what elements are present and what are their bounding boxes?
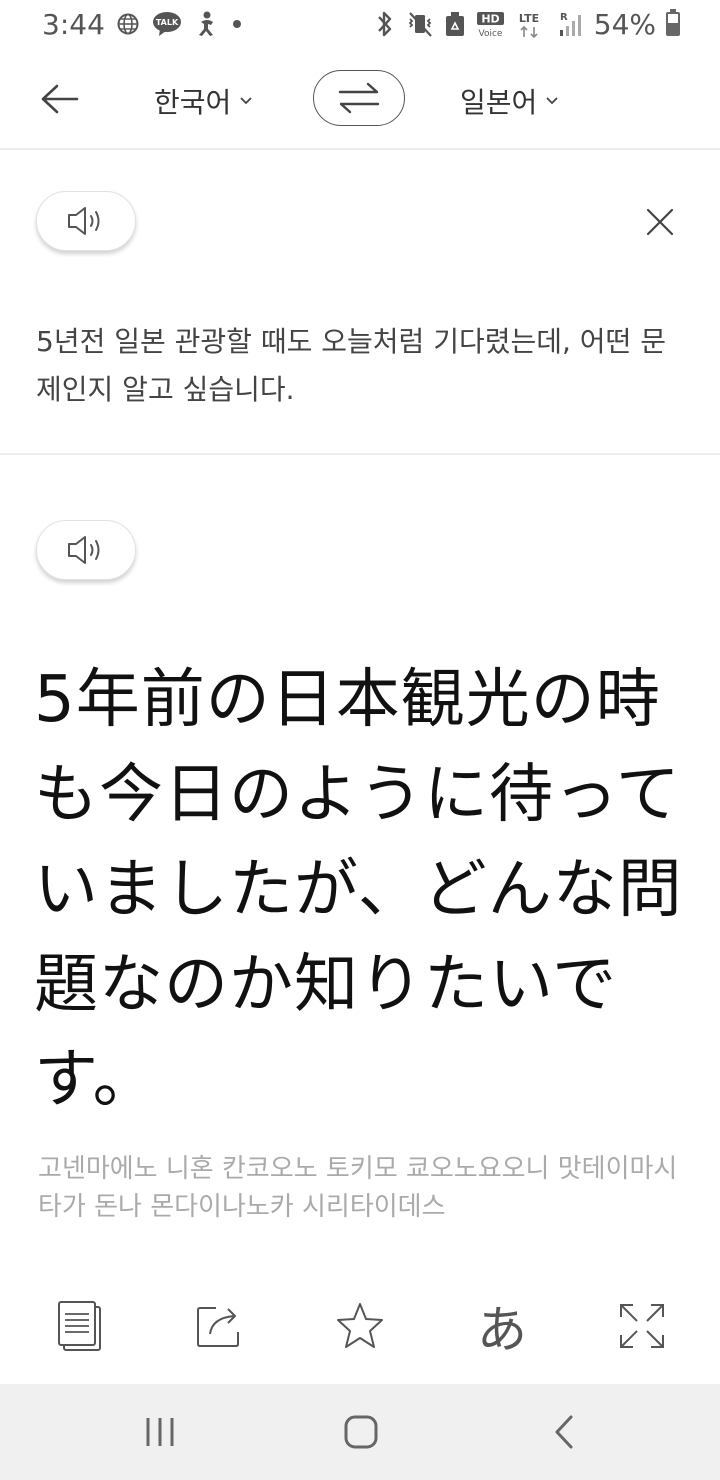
- pronunciation-text: 고넨마에노 니혼 칸코오노 토키모 쿄오노요오니 맛테이마시타가 돈나 몬다이나…: [38, 1154, 678, 1222]
- share-button[interactable]: [188, 1294, 252, 1358]
- battery-level: [668, 23, 678, 34]
- speaker-icon: [68, 207, 100, 235]
- home-icon: [344, 1415, 378, 1449]
- status-left-icons: TALK: [116, 10, 244, 38]
- bluetooth-icon: [377, 11, 391, 37]
- source-speaker-button[interactable]: [36, 191, 136, 251]
- globe-icon: [117, 13, 139, 35]
- target-language-dropdown[interactable]: 일본어: [460, 78, 559, 124]
- share-icon: [197, 1307, 239, 1347]
- recycle-icon: [445, 12, 464, 36]
- talk-icon: TALK: [153, 12, 181, 36]
- star-icon: [337, 1303, 383, 1348]
- status-bar: 3:44 TALK HD Voice LTE R 54%: [0, 0, 720, 50]
- target-language-label: 일본어: [460, 86, 538, 119]
- status-time: 3:44: [42, 8, 105, 41]
- roaming-label: R: [560, 12, 568, 23]
- fullscreen-button[interactable]: [610, 1294, 674, 1358]
- battery-icon: [666, 9, 680, 36]
- swap-languages-button[interactable]: [313, 70, 405, 126]
- voice-label: Voice: [478, 29, 502, 38]
- source-text[interactable]: 5년전 일본 관광할 때도 오늘처럼 기다렸는데, 어떤 문제인지 알고 싶습니…: [36, 318, 686, 414]
- lte-icon: LTE: [519, 12, 539, 38]
- battery-percent: 54%: [593, 7, 656, 41]
- translation-text: 5年前の日本観光の時も今日のように待っていましたが、どんな問題なのか知りたいです…: [34, 663, 683, 1117]
- status-right-icons: HD Voice LTE R 54%: [374, 7, 680, 41]
- source-language-label: 한국어: [154, 86, 232, 119]
- result-speaker-button[interactable]: [36, 520, 136, 580]
- copy-button[interactable]: [48, 1294, 112, 1358]
- chevron-down-icon: [240, 97, 252, 105]
- lte-label: LTE: [519, 12, 539, 25]
- arrow-left-icon: [41, 84, 79, 114]
- clear-button[interactable]: [640, 202, 680, 242]
- talk-label: TALK: [156, 18, 179, 27]
- vibrate-icon: [408, 12, 432, 37]
- close-icon: [646, 208, 674, 236]
- copy-icon: [58, 1301, 101, 1351]
- hd-voice-icon: HD Voice: [476, 12, 504, 38]
- result-panel: 5年前の日本観光の時も今日のように待っていましたが、どんな問題なのか知りたいです…: [0, 455, 720, 1285]
- expand-icon: [620, 1304, 664, 1348]
- hd-label: HD: [481, 13, 499, 26]
- favorite-button[interactable]: [328, 1294, 392, 1358]
- speaker-icon: [68, 536, 100, 564]
- system-back-button[interactable]: [534, 1404, 594, 1460]
- kana-button[interactable]: あ: [470, 1294, 534, 1359]
- back-icon: [555, 1415, 573, 1449]
- kana-icon: あ: [477, 1301, 527, 1359]
- signal-icon: R: [559, 12, 581, 36]
- source-language-dropdown[interactable]: 한국어: [154, 78, 253, 124]
- chevron-down-icon: [546, 97, 558, 105]
- home-button[interactable]: [331, 1404, 391, 1460]
- toolbar: 한국어 일본어: [0, 50, 720, 150]
- recent-apps-button[interactable]: [130, 1404, 190, 1460]
- action-bar: あ: [0, 1290, 720, 1384]
- source-panel: 5년전 일본 관광할 때도 오늘처럼 기다렸는데, 어떤 문제인지 알고 싶습니…: [0, 150, 720, 455]
- swap-arrows-icon: [338, 82, 380, 114]
- navigation-bar: [0, 1384, 720, 1480]
- recent-apps-icon: [146, 1418, 174, 1446]
- back-button[interactable]: [30, 72, 88, 126]
- dot-icon: [233, 20, 241, 28]
- accessibility-icon: [199, 11, 213, 36]
